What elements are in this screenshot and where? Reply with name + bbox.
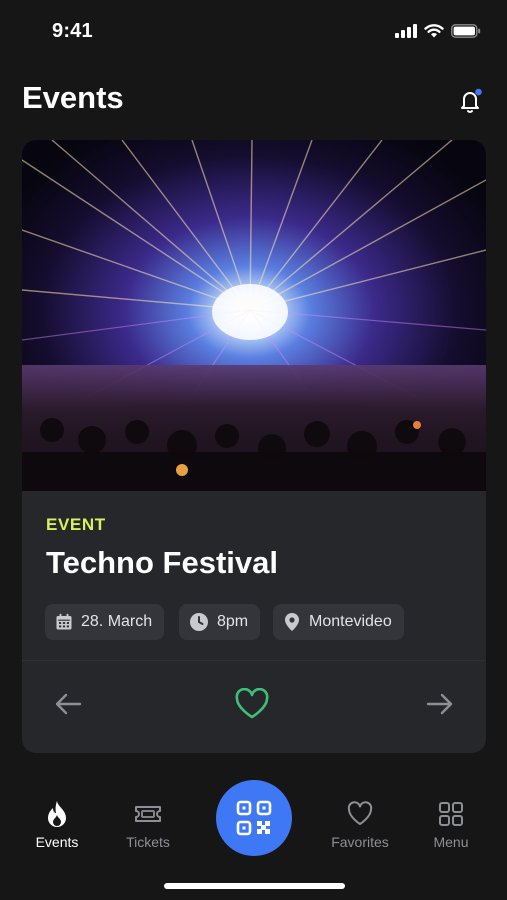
- card-divider: [22, 660, 486, 661]
- clock-icon: [190, 613, 208, 631]
- tab-favorites[interactable]: Favorites: [315, 800, 405, 850]
- grid-icon: [439, 802, 463, 826]
- arrow-left-icon: [55, 693, 82, 715]
- previous-event-button[interactable]: [50, 686, 86, 722]
- signal-icon: [395, 24, 417, 38]
- event-title: Techno Festival: [46, 545, 278, 580]
- date-value: 28. March: [81, 613, 153, 630]
- favorite-event-button[interactable]: [234, 686, 270, 722]
- tab-tickets[interactable]: Tickets: [103, 800, 193, 850]
- tab-bar: Events Tickets Favorites Menu: [0, 770, 507, 900]
- status-time: 9:41: [52, 20, 93, 42]
- time-value: 8pm: [217, 613, 249, 630]
- event-hero-image: [22, 140, 486, 491]
- qr-code-icon: [236, 800, 272, 836]
- bell-icon: [461, 88, 482, 113]
- tab-tickets-label: Tickets: [126, 834, 170, 850]
- tab-events-label: Events: [35, 834, 79, 850]
- arrow-right-icon: [426, 693, 453, 715]
- wifi-icon: [424, 24, 444, 38]
- calendar-icon: [56, 613, 72, 630]
- event-card[interactable]: EVENT Techno Festival 28. March 8pm Mont…: [22, 140, 486, 753]
- location-chip: Montevideo: [273, 604, 404, 640]
- scan-qr-button[interactable]: [216, 780, 292, 856]
- location-value: Montevideo: [309, 613, 392, 630]
- home-indicator: [164, 883, 345, 889]
- status-bar: 9:41: [0, 0, 507, 64]
- event-category-label: EVENT: [46, 515, 106, 534]
- notifications-button[interactable]: [456, 86, 486, 116]
- heart-outline-icon: [347, 801, 373, 825]
- location-pin-icon: [285, 613, 299, 631]
- ticket-icon: [135, 806, 161, 822]
- flame-icon: [48, 801, 66, 827]
- next-event-button[interactable]: [422, 686, 458, 722]
- heart-icon: [235, 688, 269, 719]
- date-chip: 28. March: [45, 604, 165, 640]
- tab-menu-label: Menu: [433, 834, 469, 850]
- page-title: Events: [22, 80, 124, 115]
- battery-icon: [451, 24, 481, 38]
- tab-menu[interactable]: Menu: [406, 800, 496, 850]
- time-chip: 8pm: [179, 604, 261, 640]
- tab-favorites-label: Favorites: [331, 834, 389, 850]
- tab-events[interactable]: Events: [12, 800, 102, 850]
